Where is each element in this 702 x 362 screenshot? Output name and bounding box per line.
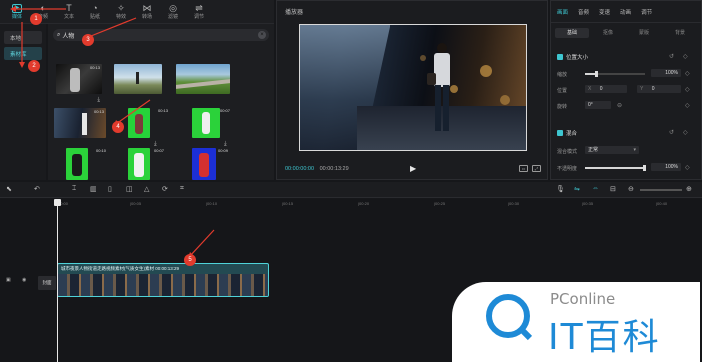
annotation-3: 3 <box>82 34 94 46</box>
annotation-1: 1 <box>30 13 42 25</box>
annotation-4: 4 <box>112 121 124 133</box>
app-window: ▶ 媒体 ◐ 音频 T 文本 ◔ 贴纸 ✧ 特效 ⋈ 转场 ◎ 滤镜 ⇌ 调节 本地 素材库 ⌕… <box>0 0 702 362</box>
magnifier-logo-icon <box>486 294 530 338</box>
watermark-title: IT百科 <box>548 317 661 358</box>
pconline-watermark: PConline IT百科 <box>452 282 700 362</box>
annotation-2: 2 <box>28 60 40 72</box>
watermark-brand: PConline <box>550 290 616 308</box>
annotation-5: 5 <box>184 254 196 266</box>
